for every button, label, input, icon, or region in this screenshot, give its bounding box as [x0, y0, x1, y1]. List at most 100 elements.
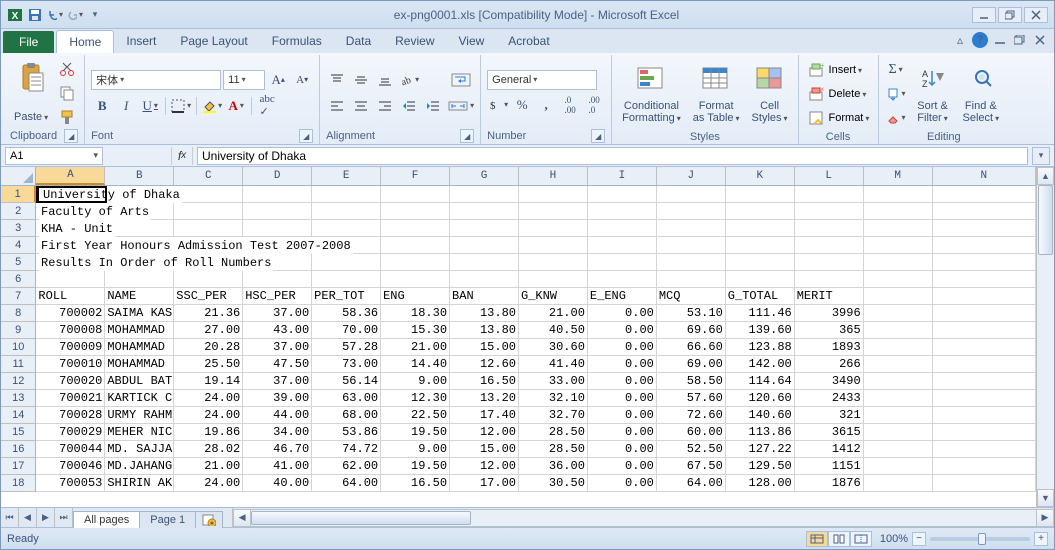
cell-L7[interactable]: MERIT	[795, 288, 864, 305]
cell-K2[interactable]	[726, 203, 795, 220]
cell-E11[interactable]: 73.00	[312, 356, 381, 373]
new-sheet-button[interactable]: ✶	[195, 511, 223, 528]
cell-D11[interactable]: 47.50	[243, 356, 312, 373]
cell-B12[interactable]: ABDUL BAT	[105, 373, 174, 390]
format-as-table-button[interactable]: Format as Table	[689, 61, 744, 127]
cell-G3[interactable]	[450, 220, 519, 237]
cell-C9[interactable]: 27.00	[174, 322, 243, 339]
cell-G10[interactable]: 15.00	[450, 339, 519, 356]
cell-I16[interactable]: 0.00	[588, 441, 657, 458]
cell-J15[interactable]: 60.00	[657, 424, 726, 441]
cell-A8[interactable]: 700002	[36, 305, 105, 322]
cell-K6[interactable]	[726, 271, 795, 288]
cell-J12[interactable]: 58.50	[657, 373, 726, 390]
name-box[interactable]: A1▾	[5, 147, 103, 165]
tab-home[interactable]: Home	[56, 30, 114, 53]
column-header-D[interactable]: D	[243, 167, 312, 185]
cell-L6[interactable]	[795, 271, 864, 288]
cell-N13[interactable]	[933, 390, 1036, 407]
cell-E13[interactable]: 63.00	[312, 390, 381, 407]
tab-formulas[interactable]: Formulas	[260, 30, 334, 53]
cell-I9[interactable]: 0.00	[588, 322, 657, 339]
cell-C3[interactable]	[174, 220, 243, 237]
cell-L13[interactable]: 2433	[795, 390, 864, 407]
row-header-16[interactable]: 16	[1, 441, 36, 458]
cell-G15[interactable]: 12.00	[450, 424, 519, 441]
cell-J16[interactable]: 52.50	[657, 441, 726, 458]
merge-center-icon[interactable]	[448, 95, 474, 117]
cell-N7[interactable]	[933, 288, 1036, 305]
cell-K12[interactable]: 114.64	[726, 373, 795, 390]
cell-F14[interactable]: 22.50	[381, 407, 450, 424]
mdi-restore-icon[interactable]	[1012, 32, 1028, 48]
cell-I13[interactable]: 0.00	[588, 390, 657, 407]
column-header-N[interactable]: N	[933, 167, 1036, 185]
cell-A13[interactable]: 700021	[36, 390, 105, 407]
cell-L1[interactable]	[795, 186, 864, 203]
cell-L9[interactable]: 365	[795, 322, 864, 339]
cell-N4[interactable]	[933, 237, 1036, 254]
align-left-icon[interactable]	[326, 95, 348, 117]
cell-M10[interactable]	[864, 339, 933, 356]
cell-G16[interactable]: 15.00	[450, 441, 519, 458]
row-header-2[interactable]: 2	[1, 203, 36, 220]
cell-G18[interactable]: 17.00	[450, 475, 519, 492]
cell-C7[interactable]: SSC_PER	[174, 288, 243, 305]
cell-B18[interactable]: SHIRIN AK	[105, 475, 174, 492]
cell-B15[interactable]: MEHER NIC	[105, 424, 174, 441]
cell-M7[interactable]	[864, 288, 933, 305]
cell-G2[interactable]	[450, 203, 519, 220]
dialog-launcher-font[interactable]: ◢	[299, 129, 313, 143]
font-color-icon[interactable]: A	[225, 95, 247, 117]
cell-H8[interactable]: 21.00	[519, 305, 588, 322]
cell-K16[interactable]: 127.22	[726, 441, 795, 458]
cell-I15[interactable]: 0.00	[588, 424, 657, 441]
cell-M1[interactable]	[864, 186, 933, 203]
hscroll-thumb[interactable]	[251, 511, 471, 525]
cell-C2[interactable]	[174, 203, 243, 220]
cell-D7[interactable]: HSC_PER	[243, 288, 312, 305]
cell-E10[interactable]: 57.28	[312, 339, 381, 356]
row-header-1[interactable]: 1	[1, 186, 36, 203]
cell-I4[interactable]	[588, 237, 657, 254]
cell-C15[interactable]: 19.86	[174, 424, 243, 441]
column-header-E[interactable]: E	[312, 167, 381, 185]
row-header-12[interactable]: 12	[1, 373, 36, 390]
cell-M14[interactable]	[864, 407, 933, 424]
tab-view[interactable]: View	[447, 30, 497, 53]
save-icon[interactable]	[27, 7, 43, 23]
cell-K3[interactable]	[726, 220, 795, 237]
cell-D16[interactable]: 46.70	[243, 441, 312, 458]
tab-page-layout[interactable]: Page Layout	[168, 30, 259, 53]
cell-B9[interactable]: MOHAMMAD	[105, 322, 174, 339]
cell-M9[interactable]	[864, 322, 933, 339]
cell-L16[interactable]: 1412	[795, 441, 864, 458]
cell-D1[interactable]	[243, 186, 312, 203]
column-header-K[interactable]: K	[726, 167, 795, 185]
column-header-A[interactable]: A	[36, 167, 105, 185]
column-header-M[interactable]: M	[864, 167, 933, 185]
cell-L4[interactable]	[795, 237, 864, 254]
tab-insert[interactable]: Insert	[114, 30, 168, 53]
page-break-view-button[interactable]	[850, 531, 872, 547]
cell-E6[interactable]	[312, 271, 381, 288]
zoom-in-button[interactable]: +	[1034, 532, 1048, 546]
fx-button[interactable]: fx	[171, 147, 193, 165]
cell-F9[interactable]: 15.30	[381, 322, 450, 339]
cell-I1[interactable]	[588, 186, 657, 203]
cell-D4[interactable]	[243, 237, 312, 254]
cell-F5[interactable]	[381, 254, 450, 271]
cell-C17[interactable]: 21.00	[174, 458, 243, 475]
increase-font-icon[interactable]: A▴	[267, 69, 289, 91]
cell-G7[interactable]: BAN	[450, 288, 519, 305]
cell-D3[interactable]	[243, 220, 312, 237]
cell-F11[interactable]: 14.40	[381, 356, 450, 373]
cell-G13[interactable]: 13.20	[450, 390, 519, 407]
cell-N8[interactable]	[933, 305, 1036, 322]
orientation-icon[interactable]: ab	[398, 69, 420, 91]
cell-B17[interactable]: MD.JAHANG	[105, 458, 174, 475]
cell-G14[interactable]: 17.40	[450, 407, 519, 424]
cell-N11[interactable]	[933, 356, 1036, 373]
cell-D9[interactable]: 43.00	[243, 322, 312, 339]
tab-nav-last[interactable]: ⏭	[55, 508, 73, 527]
